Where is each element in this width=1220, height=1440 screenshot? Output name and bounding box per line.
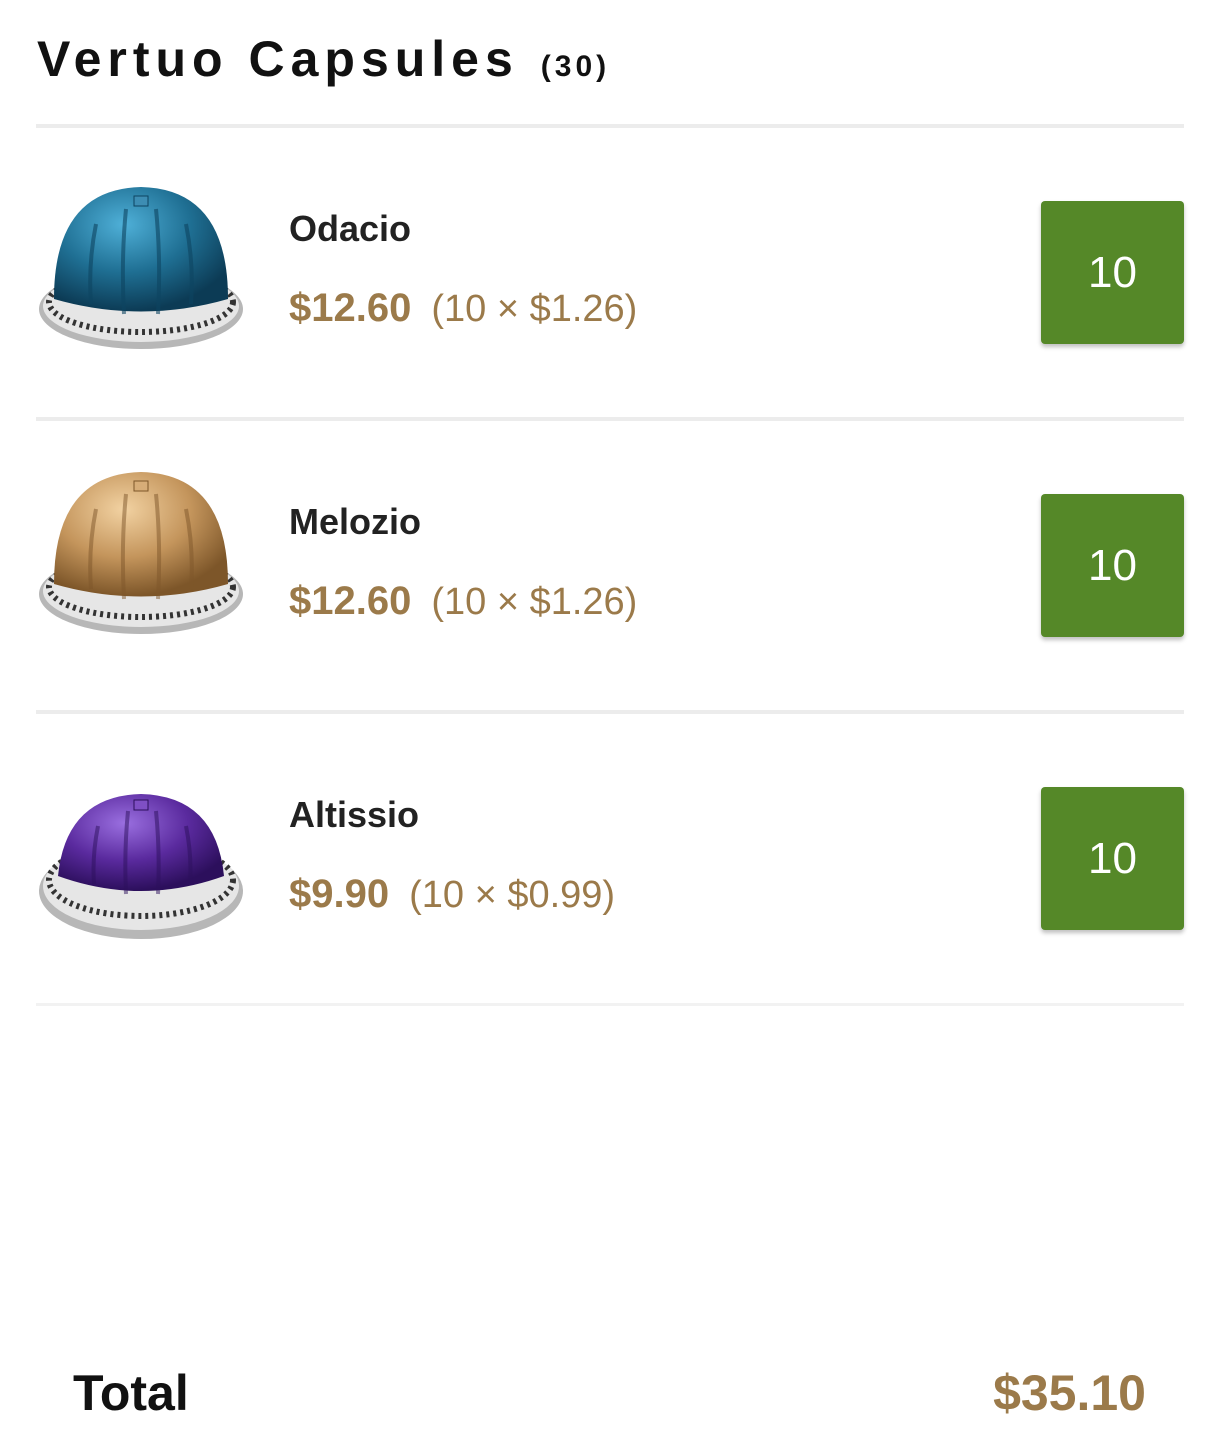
total-label: Total [73, 1365, 189, 1421]
cart-item-melozio: Melozio $12.60 (10 × $1.26) 10 [0, 421, 1220, 714]
capsule-image-melozio [39, 472, 243, 634]
item-price-detail: (10 × $0.99) [409, 874, 616, 916]
cart-item-altissio: Altissio $9.90 (10 × $0.99) 10 [0, 714, 1220, 1007]
capsule-count: (30) [540, 50, 611, 83]
capsule-image-altissio [39, 794, 243, 939]
item-price: $12.60 (10 × $1.26) [289, 286, 637, 331]
item-price: $9.90 (10 × $0.99) [289, 872, 615, 917]
capsule-image-odacio [39, 187, 243, 349]
quantity-button[interactable]: 10 [1041, 201, 1184, 344]
quantity-button[interactable]: 10 [1041, 494, 1184, 637]
item-price-detail: (10 × $1.26) [431, 288, 638, 330]
item-price-detail: (10 × $1.26) [431, 581, 638, 623]
total-value: $35.10 [993, 1365, 1146, 1421]
item-price-total: $12.60 [289, 579, 412, 623]
item-price: $12.60 (10 × $1.26) [289, 579, 637, 624]
item-name: Odacio [289, 208, 412, 249]
item-name: Altissio [289, 794, 420, 835]
item-name: Melozio [289, 501, 421, 542]
page-header: Vertuo Capsules (30) [37, 30, 610, 94]
quantity-button[interactable]: 10 [1041, 787, 1184, 930]
cart-item-odacio: Odacio $12.60 (10 × $1.26) 10 [0, 128, 1220, 421]
item-price-total: $9.90 [289, 872, 390, 916]
item-price-total: $12.60 [289, 286, 412, 330]
page-title: Vertuo Capsules [37, 31, 519, 87]
divider [36, 1003, 1184, 1006]
